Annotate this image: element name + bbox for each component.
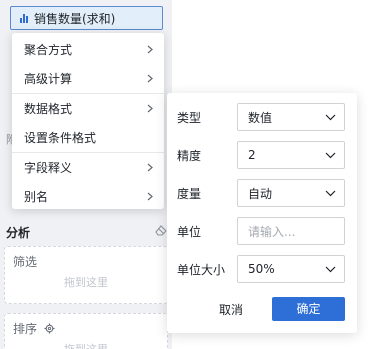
menu-item-alias[interactable]: 别名 <box>12 182 164 211</box>
magnitude-value: 自动 <box>248 186 273 201</box>
menu-item-aggregation[interactable]: 聚合方式 <box>12 35 164 64</box>
unit-size-label: 单位大小 <box>177 262 226 277</box>
bar-chart-icon <box>20 13 28 23</box>
menu-item-label: 别名 <box>24 190 49 204</box>
unit-label: 单位 <box>177 224 202 239</box>
menu-item-label: 字段释义 <box>24 161 73 175</box>
field-context-menu: 聚合方式 高级计算 数据格式 设置条件格式 字段释义 别名 <box>12 33 164 209</box>
filter-drop-hint: 拖到这里 <box>64 276 108 289</box>
chevron-down-icon <box>325 266 336 272</box>
sort-label: 排序 <box>13 322 38 336</box>
menu-item-advanced-calc[interactable]: 高级计算 <box>12 64 164 93</box>
sort-label-wrap: 排序 <box>13 320 55 337</box>
menu-item-conditional-format[interactable]: 设置条件格式 <box>12 123 164 152</box>
filter-drop-zone[interactable]: 筛选 拖到这里 <box>4 246 168 304</box>
confirm-button[interactable]: 确定 <box>272 297 345 321</box>
cancel-button[interactable]: 取消 <box>205 298 257 322</box>
chevron-down-icon <box>325 190 336 196</box>
sort-drop-hint: 拖到这里 <box>5 341 167 349</box>
analysis-title: 分析 <box>6 226 31 240</box>
sort-drop-zone[interactable]: 排序 拖到这里 <box>4 313 168 349</box>
chevron-right-icon <box>147 163 153 172</box>
menu-item-label: 数据格式 <box>24 102 73 116</box>
eraser-icon[interactable] <box>154 223 168 237</box>
unit-size-select[interactable]: 50% <box>237 255 345 283</box>
menu-item-data-format[interactable]: 数据格式 <box>12 94 164 123</box>
chevron-right-icon <box>147 45 153 54</box>
chevron-right-icon <box>147 104 153 113</box>
precision-label: 精度 <box>177 148 202 163</box>
chevron-down-icon <box>325 114 336 120</box>
field-chip-sales-quantity[interactable]: 销售数量(求和) <box>10 6 163 30</box>
type-select[interactable]: 数值 <box>237 103 345 131</box>
menu-item-field-definition[interactable]: 字段释义 <box>12 153 164 182</box>
menu-item-label: 高级计算 <box>24 72 73 86</box>
field-chip-label: 销售数量(求和) <box>34 11 116 26</box>
menu-item-label: 设置条件格式 <box>24 131 97 145</box>
unit-size-row: 单位大小 50% <box>177 255 345 283</box>
magnitude-row: 度量 自动 <box>177 179 345 207</box>
chevron-right-icon <box>147 74 153 83</box>
type-label: 类型 <box>177 110 202 125</box>
magnitude-select[interactable]: 自动 <box>237 179 345 207</box>
unit-placeholder: 请输入... <box>248 224 296 239</box>
precision-select[interactable]: 2 <box>237 141 345 169</box>
precision-row: 精度 2 <box>177 141 345 169</box>
filter-label: 筛选 <box>13 255 38 269</box>
chevron-down-icon <box>325 152 336 158</box>
unit-row: 单位 请输入... <box>177 217 345 245</box>
magnitude-label: 度量 <box>177 186 202 201</box>
type-row: 类型 数值 <box>177 103 345 131</box>
unit-input[interactable]: 请输入... <box>237 217 345 245</box>
unit-size-value: 50% <box>248 262 275 276</box>
type-value: 数值 <box>248 110 273 125</box>
data-format-panel: 类型 数值 精度 2 度量 自动 单位 请输入... 单位大小 50% 取消 确 <box>167 93 357 333</box>
precision-value: 2 <box>248 148 256 162</box>
menu-item-label: 聚合方式 <box>24 43 73 57</box>
gear-icon[interactable] <box>44 323 55 334</box>
chevron-right-icon <box>147 192 153 201</box>
